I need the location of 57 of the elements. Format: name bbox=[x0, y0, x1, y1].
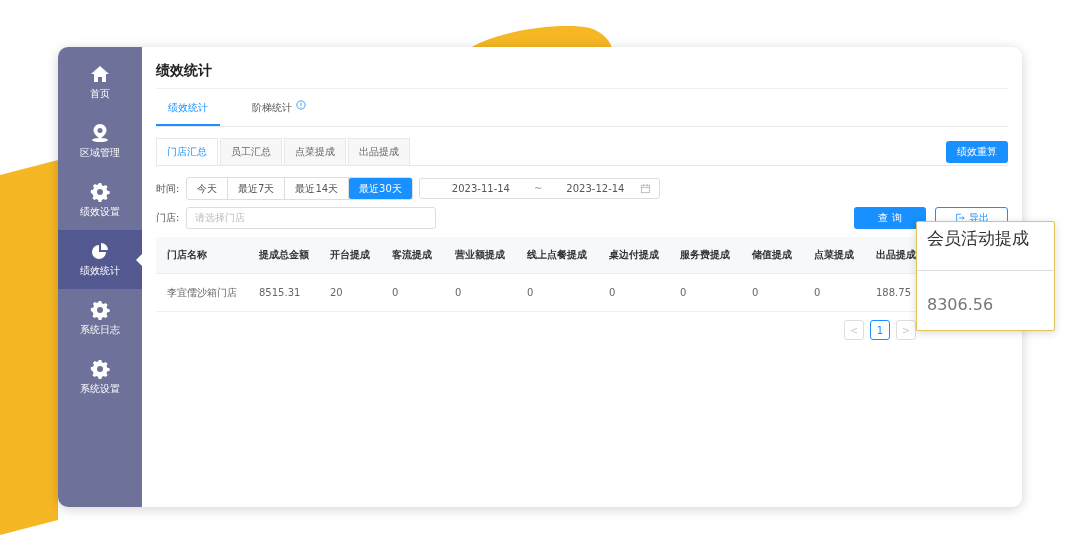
column-header: 点菜提成 bbox=[814, 248, 855, 262]
query-button[interactable]: 查 询 bbox=[854, 206, 926, 229]
gear-icon bbox=[90, 300, 110, 320]
info-icon[interactable] bbox=[296, 100, 306, 110]
tab[interactable]: 门店汇总 bbox=[156, 138, 218, 165]
column-header: 客流提成 bbox=[392, 248, 433, 262]
sidebar-item[interactable]: 绩效统计 bbox=[58, 230, 142, 289]
column-header: 出品提成 bbox=[876, 248, 917, 262]
sidebar-item[interactable]: 区域管理 bbox=[58, 112, 142, 171]
callout-title: 会员活动提成 bbox=[917, 222, 1054, 271]
table-cell-text: 20 bbox=[330, 287, 344, 298]
table-cell-text: 李宜儒沙箱门店 bbox=[167, 285, 238, 300]
column-header: 营业额提成 bbox=[455, 248, 506, 262]
column-header: 提成总金额 bbox=[259, 248, 310, 262]
range-option[interactable]: 今天 bbox=[187, 178, 228, 199]
home-icon bbox=[90, 64, 110, 84]
callout-value: 8306.56 bbox=[926, 294, 995, 314]
table-cell-text: 0 bbox=[392, 287, 400, 298]
page-button[interactable]: 1 bbox=[870, 320, 890, 340]
column-header: 桌边付提成 bbox=[609, 248, 660, 262]
recalculate-button[interactable]: 绩效重算 bbox=[946, 141, 1008, 163]
table-cell-text: 0 bbox=[814, 287, 822, 298]
sidebar-item[interactable]: 首页 bbox=[58, 53, 142, 112]
table-cell-text: 0 bbox=[680, 287, 688, 298]
pie-chart-icon bbox=[90, 241, 110, 261]
date-range-field[interactable]: 2023-11-14 ~ 2023-12-14 bbox=[418, 178, 660, 199]
column-header: 开台提成 bbox=[330, 248, 371, 262]
table-cell-text: 8515.31 bbox=[259, 287, 302, 298]
page-title: 绩效统计 bbox=[156, 47, 1008, 89]
column-header: 服务费提成 bbox=[680, 248, 731, 262]
table-cell-text: 0 bbox=[527, 287, 535, 298]
column-header: 门店名称 bbox=[167, 248, 208, 262]
tab[interactable]: 绩效统计 bbox=[156, 89, 220, 126]
gear-icon bbox=[90, 182, 110, 202]
field-label: 时间: bbox=[156, 181, 181, 196]
tab[interactable]: 出品提成 bbox=[348, 138, 410, 165]
column-header: 储值提成 bbox=[752, 248, 793, 262]
table-cell-text: 0 bbox=[455, 287, 463, 298]
sidebar-item[interactable]: 系统日志 bbox=[58, 289, 142, 348]
export-icon bbox=[954, 212, 965, 223]
location-pin-icon bbox=[90, 123, 110, 143]
tab[interactable]: 点菜提成 bbox=[284, 138, 346, 165]
pointer-icon bbox=[136, 254, 142, 266]
tab[interactable]: 阶梯统计 bbox=[240, 89, 304, 124]
tab[interactable]: 员工汇总 bbox=[220, 138, 282, 165]
range-option[interactable]: 最近30天 bbox=[349, 178, 412, 199]
column-header: 线上点餐提成 bbox=[527, 248, 588, 262]
sidebar-item[interactable]: 绩效设置 bbox=[58, 171, 142, 230]
table-cell-text: 188.75 bbox=[876, 287, 912, 298]
field-label: 门店: bbox=[156, 210, 181, 225]
gear-icon bbox=[90, 359, 110, 379]
calendar-icon bbox=[639, 183, 651, 194]
store-select-field[interactable]: 请选择门店 bbox=[186, 206, 436, 229]
range-option[interactable]: 最近7天 bbox=[228, 178, 286, 199]
table-cell-text: 0 bbox=[609, 287, 617, 298]
table-cell-text: 0 bbox=[752, 287, 760, 298]
sidebar-item[interactable]: 系统设置 bbox=[58, 348, 142, 407]
